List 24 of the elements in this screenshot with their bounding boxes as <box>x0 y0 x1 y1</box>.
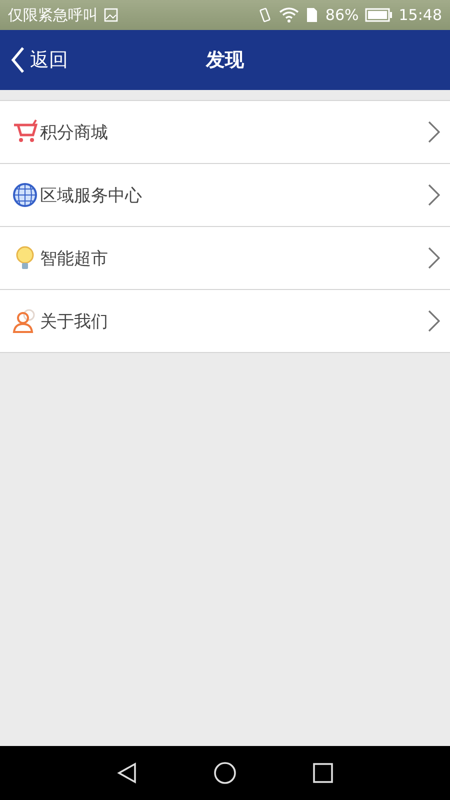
chevron-right-icon <box>428 247 440 269</box>
menu-item[interactable]: 智能超市 <box>0 227 450 290</box>
clock-time: 15:48 <box>398 6 442 24</box>
chevron-right-icon <box>428 121 440 143</box>
chevron-right-icon <box>428 310 440 332</box>
shopping-cart-icon <box>12 119 38 145</box>
globe-icon <box>12 182 38 208</box>
page-title: 发现 <box>206 48 244 73</box>
back-nav-icon[interactable] <box>116 762 138 784</box>
menu-item[interactable]: 关于我们 <box>0 290 450 353</box>
recents-nav-icon[interactable] <box>312 762 334 784</box>
home-nav-icon[interactable] <box>213 761 237 785</box>
chevron-left-icon <box>10 46 26 74</box>
sim-card-icon <box>305 7 320 23</box>
wifi-icon <box>279 7 300 23</box>
chevron-right-icon <box>428 184 440 206</box>
battery-percent: 86% <box>325 6 359 24</box>
back-button[interactable]: 返回 <box>0 38 68 82</box>
menu-item[interactable]: 积分商城 <box>0 101 450 164</box>
vibrate-icon <box>257 7 274 23</box>
image-icon <box>104 8 118 22</box>
carrier-text: 仅限紧急呼叫 <box>8 6 98 24</box>
battery-icon <box>364 8 393 22</box>
menu-item[interactable]: 区域服务中心 <box>0 164 450 227</box>
